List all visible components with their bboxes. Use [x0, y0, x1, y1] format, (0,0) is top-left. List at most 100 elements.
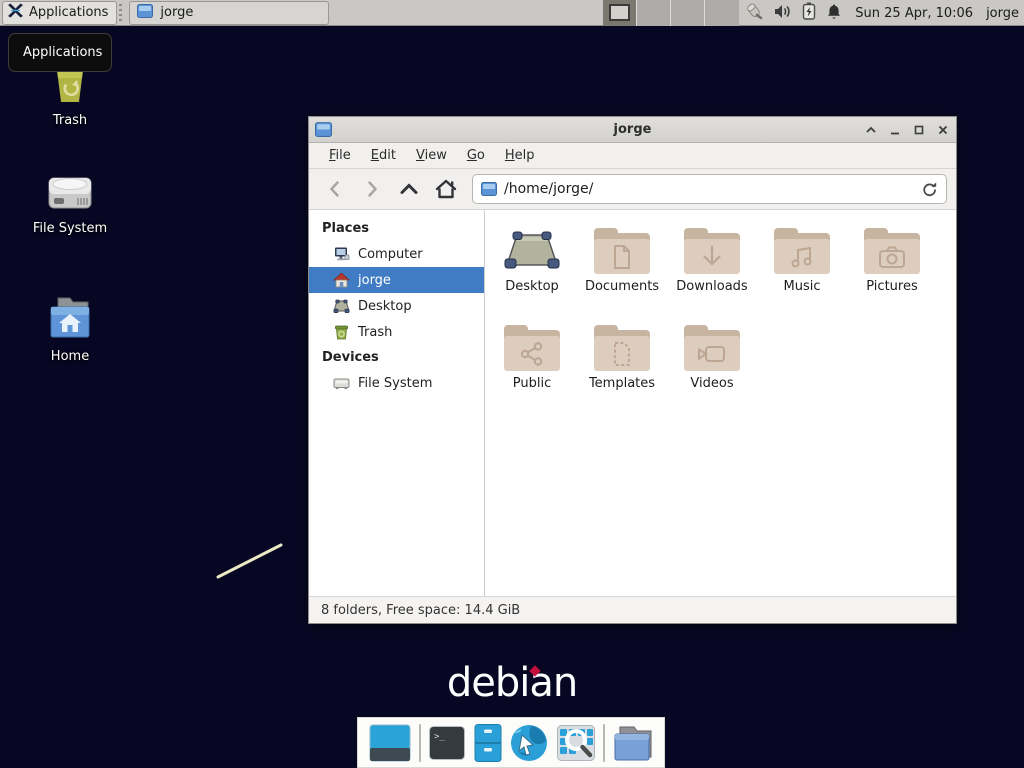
minimize-button[interactable] — [887, 123, 902, 138]
folder-item-label: Music — [784, 279, 821, 294]
forward-button[interactable] — [355, 174, 388, 204]
sidebar-item-label: Trash — [358, 325, 392, 340]
panel-separator-handle[interactable] — [119, 4, 122, 22]
desktop-large-icon — [503, 226, 561, 276]
menu-view[interactable]: View — [407, 145, 456, 166]
battery-tray-icon[interactable] — [802, 2, 816, 24]
folder-pictures-icon — [864, 228, 920, 274]
window-title: jorge — [309, 122, 956, 137]
menu-help[interactable]: Help — [496, 145, 544, 166]
workspace-window-miniature — [609, 4, 630, 21]
toolbar: /home/jorge/ — [309, 169, 956, 210]
applications-menu-button[interactable]: Applications — [2, 1, 117, 25]
sidebar-item-desktop[interactable]: Desktop — [309, 293, 484, 319]
notifications-bell-tray-icon[interactable] — [826, 3, 842, 24]
dock-separator — [603, 724, 605, 762]
hard-drive-icon — [46, 170, 94, 216]
menu-go[interactable]: Go — [458, 145, 494, 166]
folder-item-label: Public — [513, 376, 551, 391]
volume-tray-icon[interactable] — [774, 3, 792, 24]
reload-icon[interactable] — [921, 181, 938, 198]
sidebar-item-label: jorge — [358, 273, 391, 288]
panel-username[interactable]: jorge — [986, 6, 1019, 21]
folder-item-label: Documents — [585, 279, 659, 294]
dock: >_ — [357, 717, 665, 768]
folder-view[interactable]: Desktop — [485, 210, 956, 596]
applications-menu-label: Applications — [29, 5, 108, 20]
dock-separator — [419, 724, 421, 762]
taskbar-window-button[interactable]: jorge — [129, 1, 329, 25]
folder-item-music[interactable]: Music — [757, 218, 847, 315]
close-button[interactable] — [935, 123, 950, 138]
svg-text:>_: >_ — [434, 732, 445, 742]
path-folder-icon — [481, 182, 497, 196]
sidebar-item-jorge[interactable]: jorge — [309, 267, 484, 293]
workspace-3[interactable] — [671, 0, 705, 26]
clock[interactable]: Sun 25 Apr, 10:06 — [855, 6, 973, 21]
debian-logo: debian — [432, 660, 592, 708]
file-cabinet-dock-icon[interactable] — [473, 723, 503, 763]
folder-dock-icon[interactable] — [612, 724, 654, 762]
menu-file[interactable]: File — [320, 145, 360, 166]
computer-icon — [333, 246, 350, 262]
show-desktop-dock-icon[interactable] — [368, 723, 412, 763]
folder-item-public[interactable]: Public — [487, 315, 577, 412]
home-icon — [333, 272, 350, 288]
sidebar-item-trash[interactable]: Trash — [309, 319, 484, 345]
desktop-icon-file-system[interactable]: File System — [10, 170, 130, 236]
menu-edit[interactable]: Edit — [362, 145, 405, 166]
menubar: File Edit View Go Help — [309, 143, 956, 169]
sidebar-item-computer[interactable]: Computer — [309, 241, 484, 267]
application-finder-dock-icon[interactable] — [556, 724, 596, 762]
debian-wordmark: debian — [447, 660, 577, 706]
drive-icon — [333, 375, 350, 391]
folder-item-downloads[interactable]: Downloads — [667, 218, 757, 315]
back-button[interactable] — [318, 174, 351, 204]
drawn-line-annotation — [210, 538, 292, 586]
web-browser-dock-icon[interactable] — [509, 723, 549, 763]
home-folder-icon — [46, 294, 94, 344]
folder-item-videos[interactable]: Videos — [667, 315, 757, 412]
mouse-device-tray-icon[interactable] — [744, 2, 764, 25]
path-bar[interactable]: /home/jorge/ — [472, 174, 947, 204]
statusbar-text: 8 folders, Free space: 14.4 GiB — [321, 603, 520, 618]
folder-window-icon — [137, 4, 153, 22]
sidebar-item-file-system[interactable]: File System — [309, 370, 484, 396]
applications-tooltip-text: Applications — [23, 45, 102, 60]
sidebar: Places Computer — [309, 210, 485, 596]
folder-videos-icon — [684, 325, 740, 371]
desktop-icon-label: Home — [51, 349, 89, 364]
up-button[interactable] — [392, 174, 425, 204]
folder-item-label: Videos — [690, 376, 733, 391]
statusbar: 8 folders, Free space: 14.4 GiB — [309, 596, 956, 623]
window-titlebar[interactable]: jorge — [309, 117, 956, 143]
file-manager-window: jorge File Edit View Go Help — [308, 116, 957, 624]
workspace-switcher[interactable] — [603, 0, 739, 26]
desktop-icon — [333, 298, 350, 314]
workspace-1[interactable] — [603, 0, 637, 26]
folder-item-desktop[interactable]: Desktop — [487, 218, 577, 315]
folder-templates-icon — [594, 325, 650, 371]
workspace-2[interactable] — [637, 0, 671, 26]
terminal-dock-icon[interactable]: >_ — [428, 725, 466, 761]
sidebar-places-header: Places — [309, 216, 484, 241]
sidebar-item-label: File System — [358, 376, 432, 391]
workspace-4[interactable] — [705, 0, 739, 26]
shade-button[interactable] — [863, 123, 878, 138]
maximize-button[interactable] — [911, 123, 926, 138]
folder-public-icon — [504, 325, 560, 371]
folder-item-templates[interactable]: Templates — [577, 315, 667, 412]
home-button[interactable] — [429, 174, 462, 204]
folder-documents-icon — [594, 228, 650, 274]
desktop-icon-label: Trash — [53, 113, 87, 128]
path-input[interactable]: /home/jorge/ — [504, 181, 914, 197]
folder-item-label: Templates — [589, 376, 655, 391]
system-tray — [744, 2, 842, 25]
folder-item-label: Downloads — [676, 279, 747, 294]
desktop-icon-home[interactable]: Home — [10, 294, 130, 364]
sidebar-item-label: Desktop — [358, 299, 412, 314]
folder-item-pictures[interactable]: Pictures — [847, 218, 937, 315]
taskbar-window-label: jorge — [160, 5, 193, 20]
folder-item-documents[interactable]: Documents — [577, 218, 667, 315]
sidebar-item-label: Computer — [358, 247, 423, 262]
